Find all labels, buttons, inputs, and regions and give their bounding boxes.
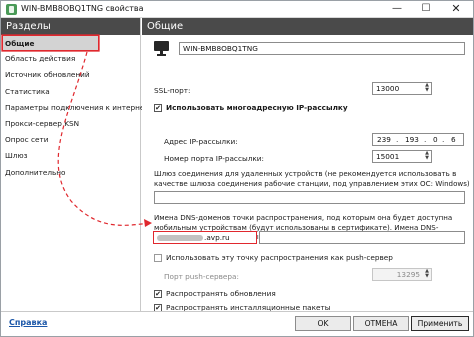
ssl-port-stepper[interactable]: 13000 ▲ ▼ — [372, 82, 432, 95]
ip-octet-3: 0 — [433, 135, 438, 144]
multicast-address-label: Адрес IP-рассылки: — [164, 137, 238, 146]
title-bar: WIN-BMB8OBQ1TNG свойства — ☐ ✕ — [1, 1, 473, 18]
multicast-checkbox[interactable]: ✔ — [154, 104, 162, 112]
sidebar-item-update-source[interactable]: Источник обновлений — [1, 67, 140, 83]
ip-octet-2: 193 — [405, 135, 419, 144]
push-port-label: Порт push-сервера: — [164, 272, 239, 281]
redacted-domain — [157, 235, 203, 241]
ssl-port-label: SSL-порт: — [154, 86, 191, 95]
close-button[interactable]: ✕ — [442, 1, 470, 17]
multicast-checkbox-label: Использовать многоадресную IP-рассылку — [166, 103, 348, 112]
maximize-button[interactable]: ☐ — [412, 1, 440, 17]
distribute-updates-checkbox[interactable]: ✔ — [154, 290, 162, 298]
sidebar-header: Разделы — [1, 18, 140, 35]
section-header: Общие — [142, 18, 473, 35]
ip-octet-1: 239 — [377, 135, 391, 144]
dns-domains-field[interactable]: .avp.ru — [153, 231, 257, 244]
multicast-port-down-icon[interactable]: ▼ — [423, 156, 431, 161]
computer-icon — [154, 41, 169, 56]
cancel-button[interactable]: ОТМЕНА — [353, 316, 409, 331]
multicast-address-field[interactable]: 239 . 193 . 0 . 6 — [372, 133, 464, 146]
ssl-port-down-icon[interactable]: ▼ — [423, 88, 431, 93]
sidebar-item-advanced[interactable]: Дополнительно — [1, 165, 140, 181]
dns-domain-suffix: .avp.ru — [204, 233, 230, 242]
app-icon — [6, 4, 17, 15]
general-section: Общие WIN-BMB8OBQ1TNG SSL-порт: 13000 ▲ … — [142, 18, 473, 312]
distribute-updates-label: Распространять обновления — [166, 289, 276, 298]
multicast-port-value: 15001 — [376, 152, 400, 161]
sections-list: Общие Область действия Источник обновлен… — [1, 35, 153, 181]
push-port-down-icon[interactable]: ▼ — [423, 274, 431, 279]
sidebar-item-statistics[interactable]: Статистика — [1, 84, 140, 100]
push-server-checkbox-label: Использовать эту точку распространения к… — [166, 253, 393, 262]
dns-domains-field-rest[interactable] — [259, 231, 465, 244]
ip-octet-4: 6 — [451, 135, 456, 144]
sidebar-item-internet-connection[interactable]: Параметры подключения к интернету — [1, 100, 153, 116]
help-link[interactable]: Справка — [9, 318, 47, 327]
sidebar-item-network-poll[interactable]: Опрос сети — [1, 132, 140, 148]
gateway-field[interactable] — [154, 191, 465, 204]
sidebar-item-ksn-proxy[interactable]: Прокси-сервер KSN — [1, 116, 140, 132]
sidebar-item-general[interactable]: Общие — [2, 35, 99, 52]
push-port-value: 13295 — [396, 270, 420, 279]
ssl-port-value: 13000 — [376, 84, 400, 93]
dialog-footer: Справка OK ОТМЕНА Применить — [1, 311, 473, 336]
sections-sidebar: Разделы Общие Область действия Источник … — [1, 18, 153, 311]
minimize-button[interactable]: — — [383, 1, 411, 17]
apply-button[interactable]: Применить — [411, 316, 469, 331]
push-port-stepper[interactable]: 13295 ▲ ▼ — [372, 268, 432, 281]
sidebar-item-scope[interactable]: Область действия — [1, 51, 140, 67]
window-title: WIN-BMB8OBQ1TNG свойства — [21, 4, 144, 13]
sidebar-item-gateway[interactable]: Шлюз — [1, 148, 140, 164]
push-server-checkbox[interactable] — [154, 254, 162, 262]
host-name-field[interactable]: WIN-BMB8OBQ1TNG — [179, 42, 465, 55]
multicast-port-label: Номер порта IP-рассылки: — [164, 154, 264, 163]
multicast-port-stepper[interactable]: 15001 ▲ ▼ — [372, 150, 432, 163]
gateway-description: Шлюз соединения для удаленных устройств … — [154, 169, 470, 188]
ok-button[interactable]: OK — [295, 316, 351, 331]
properties-window: WIN-BMB8OBQ1TNG свойства — ☐ ✕ Разделы О… — [0, 0, 474, 337]
